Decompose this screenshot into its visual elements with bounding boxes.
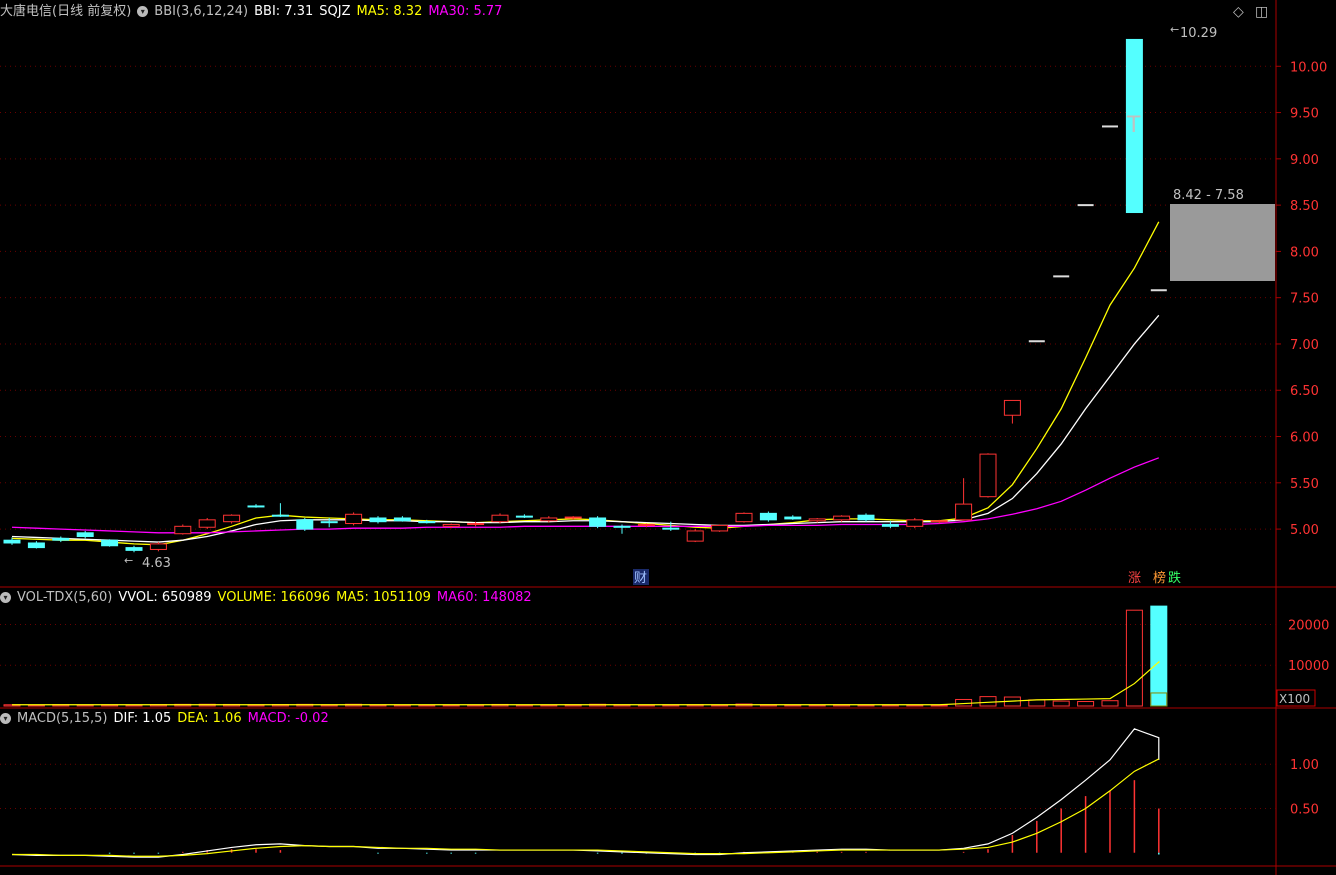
low-arrow-icon: ← bbox=[124, 554, 133, 567]
x100-label: X100 bbox=[1279, 692, 1310, 706]
candle-body bbox=[637, 523, 655, 526]
candle-body bbox=[491, 514, 509, 523]
candle-body bbox=[320, 521, 338, 524]
candle-body bbox=[515, 515, 533, 518]
candle-body bbox=[881, 523, 899, 527]
high-label: 10.29 bbox=[1180, 26, 1217, 41]
candlesticks bbox=[3, 38, 1167, 553]
high-arrow-icon: ← bbox=[1170, 23, 1179, 36]
price-tick-label: 6.50 bbox=[1290, 384, 1319, 399]
candle-body bbox=[711, 524, 729, 532]
price-tick-label: 7.50 bbox=[1290, 292, 1319, 307]
candle-body bbox=[589, 517, 607, 527]
candle-body bbox=[271, 514, 289, 517]
candle-body bbox=[149, 543, 167, 550]
volume-tick-label: 10000 bbox=[1288, 659, 1329, 674]
price-tick-label: 8.50 bbox=[1290, 199, 1319, 214]
volume-bar bbox=[1150, 605, 1168, 707]
price-tick-label: 7.00 bbox=[1290, 338, 1319, 353]
candle-body bbox=[296, 519, 314, 530]
candle-body bbox=[564, 516, 582, 519]
volume-bar bbox=[1052, 700, 1070, 707]
candle-body bbox=[223, 514, 241, 523]
low-label: 4.63 bbox=[142, 556, 171, 571]
macd-tick-label: 0.50 bbox=[1290, 802, 1319, 817]
candle-body bbox=[345, 513, 363, 525]
candle-body bbox=[198, 519, 216, 528]
price-tick-label: 5.00 bbox=[1290, 523, 1319, 538]
candle-body bbox=[3, 539, 21, 544]
candle-body bbox=[101, 539, 119, 547]
range-label: 8.42 - 7.58 bbox=[1173, 188, 1244, 203]
candle-body bbox=[613, 525, 631, 528]
candle-body bbox=[418, 521, 436, 524]
candle-body bbox=[833, 515, 851, 521]
volume-tick-label: 20000 bbox=[1288, 618, 1329, 633]
cai-badge[interactable]: 财 bbox=[634, 571, 647, 586]
candle-body bbox=[76, 532, 94, 537]
candle-body bbox=[125, 547, 143, 551]
volume-bars bbox=[3, 605, 1168, 707]
candle-body bbox=[930, 520, 948, 523]
candle-body bbox=[784, 516, 802, 520]
candle-body bbox=[906, 519, 924, 527]
candle-body bbox=[369, 517, 387, 523]
volume-bar bbox=[979, 696, 997, 707]
candle-body bbox=[52, 537, 70, 541]
candle-body bbox=[735, 512, 753, 523]
candle-body bbox=[393, 517, 411, 522]
candle-body bbox=[1003, 399, 1021, 416]
price-tick-label: 10.00 bbox=[1290, 60, 1327, 75]
price-tick-label: 9.50 bbox=[1290, 107, 1319, 122]
volume-bar bbox=[1101, 700, 1119, 707]
candle-body bbox=[174, 525, 192, 535]
candle-body bbox=[979, 453, 997, 498]
price-tick-label: 6.00 bbox=[1290, 431, 1319, 446]
volume-ma5-line bbox=[12, 660, 1160, 706]
candle-body bbox=[808, 518, 826, 522]
dif-line bbox=[11, 728, 1160, 858]
stock-chart[interactable]: 10.00 9.50 9.00 8.50 8.00 7.50 7.00 6.50 6.00 5.5… bbox=[0, 0, 1336, 875]
die-badge[interactable]: 跌 bbox=[1168, 570, 1181, 586]
candle-body bbox=[759, 512, 777, 521]
t-mark: T bbox=[1126, 113, 1141, 138]
candle-body bbox=[686, 530, 704, 542]
volume-bar bbox=[1077, 701, 1095, 707]
price-range-box bbox=[1170, 204, 1275, 281]
price-tick-label: 5.50 bbox=[1290, 477, 1319, 492]
candle-body bbox=[27, 542, 45, 549]
macd-tick-label: 1.00 bbox=[1290, 758, 1319, 773]
annotations: 10.29 8.42 - 7.58 4.63 ← ← T 财 涨 榜 跌 X10… bbox=[124, 23, 1316, 707]
candle-body bbox=[247, 505, 265, 508]
macd-histogram bbox=[11, 728, 1160, 858]
price-tick-label: 9.00 bbox=[1290, 153, 1319, 168]
candle-body bbox=[467, 523, 485, 526]
dea-line bbox=[12, 758, 1160, 857]
candle-body bbox=[955, 503, 973, 521]
candle-body bbox=[662, 527, 680, 530]
candle-body bbox=[442, 523, 460, 527]
grid-lines bbox=[0, 65, 1276, 809]
bang-badge[interactable]: 榜 bbox=[1153, 570, 1166, 586]
zhang-badge[interactable]: 涨 bbox=[1128, 571, 1141, 586]
price-tick-label: 8.00 bbox=[1290, 245, 1319, 260]
candle-body bbox=[540, 517, 558, 522]
candle-body bbox=[857, 514, 875, 521]
volume-bar bbox=[1028, 699, 1046, 707]
